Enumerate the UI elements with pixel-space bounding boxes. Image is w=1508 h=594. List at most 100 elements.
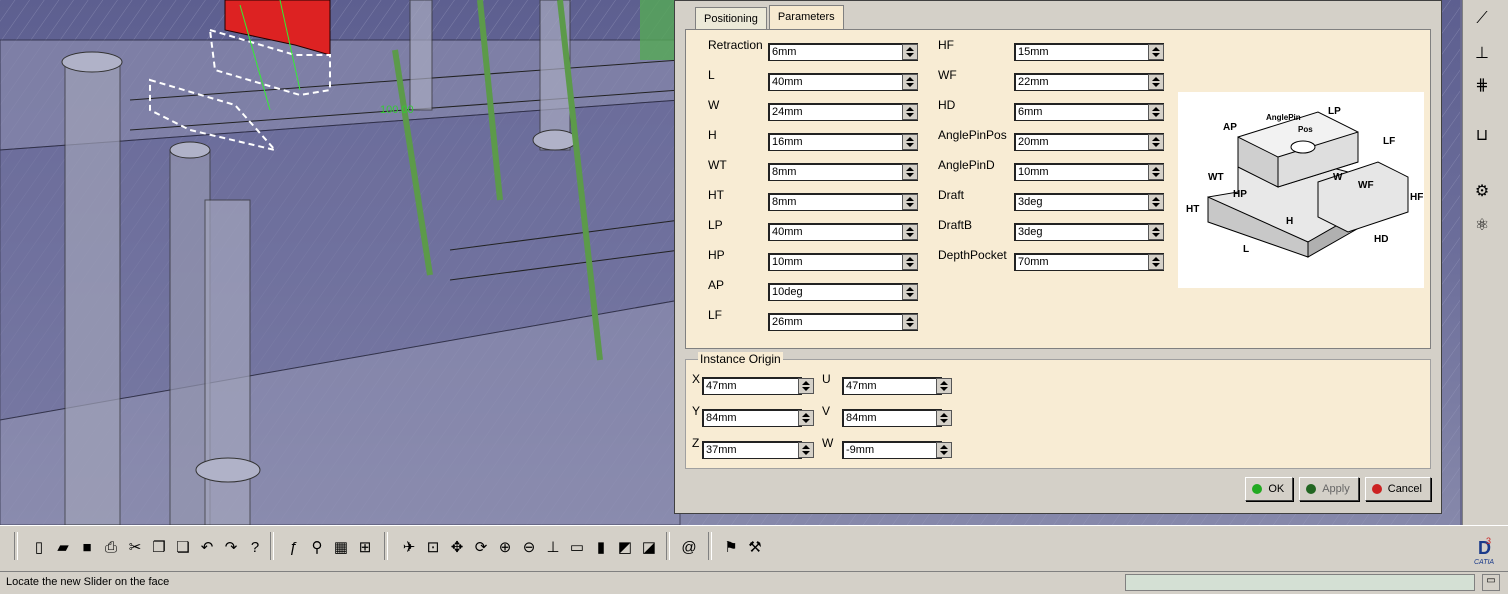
render-style-icon[interactable]: ▮ — [590, 536, 612, 558]
spinner-icon[interactable] — [798, 442, 814, 458]
slider-tool-icon[interactable]: ⟋ — [1471, 8, 1493, 30]
param-input-hd[interactable]: 6mm — [1014, 103, 1164, 121]
spinner-icon[interactable] — [902, 104, 918, 120]
param-input-h[interactable]: 16mm — [768, 133, 918, 151]
print-icon[interactable]: ⎙ — [100, 536, 122, 558]
param-input-lp[interactable]: 40mm — [768, 223, 918, 241]
cancel-button[interactable]: Cancel — [1364, 477, 1431, 501]
zoom-out-icon[interactable]: ⊖ — [518, 536, 540, 558]
spinner-icon[interactable] — [1148, 134, 1164, 150]
param-row-anglepinpos: AnglePinPos 20mm — [938, 128, 1168, 151]
power-input-icon[interactable]: ▭ — [1482, 574, 1500, 591]
preview-label-ht: HT — [1186, 204, 1199, 215]
spinner-icon[interactable] — [902, 314, 918, 330]
spinner-icon[interactable] — [902, 194, 918, 210]
catalog-icon[interactable]: ⚑ — [720, 536, 742, 558]
param-input-wt[interactable]: 8mm — [768, 163, 918, 181]
spinner-icon[interactable] — [936, 442, 952, 458]
param-row-wt: WT 8mm — [708, 158, 928, 181]
tree-icon[interactable]: ⊞ — [354, 536, 376, 558]
component-tool-icon[interactable]: ⚙ — [1471, 180, 1493, 202]
spinner-icon[interactable] — [1148, 74, 1164, 90]
param-input-anglepind[interactable]: 10mm — [1014, 163, 1164, 181]
origin-input-v[interactable]: 84mm — [842, 409, 942, 427]
ok-button[interactable]: OK — [1245, 477, 1294, 501]
fly-mode-icon[interactable]: ✈ — [398, 536, 420, 558]
save-icon[interactable]: ■ — [76, 536, 98, 558]
view-mode-icon[interactable]: ▭ — [566, 536, 588, 558]
spinner-icon[interactable] — [1148, 44, 1164, 60]
origin-input-x[interactable]: 47mm — [702, 377, 802, 395]
tab-parameters[interactable]: Parameters — [768, 5, 844, 30]
param-input-w[interactable]: 24mm — [768, 103, 918, 121]
undo-icon[interactable]: ↶ — [196, 536, 218, 558]
spinner-icon[interactable] — [902, 164, 918, 180]
spinner-icon[interactable] — [1148, 104, 1164, 120]
spinner-icon[interactable] — [798, 410, 814, 426]
param-input-retraction[interactable]: 6mm — [768, 43, 918, 61]
new-icon[interactable]: ▯ — [28, 536, 50, 558]
spinner-icon[interactable] — [1148, 224, 1164, 240]
cut-icon[interactable]: ✂ — [124, 536, 146, 558]
origin-input-u[interactable]: 47mm — [842, 377, 942, 395]
rotate-icon[interactable]: ⟳ — [470, 536, 492, 558]
param-input-anglepinpos[interactable]: 20mm — [1014, 133, 1164, 151]
param-input-lf[interactable]: 26mm — [768, 313, 918, 331]
knowledge-icon[interactable]: ⚲ — [306, 536, 328, 558]
spinner-icon[interactable] — [1148, 194, 1164, 210]
apply-button[interactable]: Apply — [1299, 477, 1359, 501]
formula-icon[interactable]: ƒ — [282, 536, 304, 558]
hide-show-icon[interactable]: ◩ — [614, 536, 636, 558]
fit-all-icon[interactable]: ⊡ — [422, 536, 444, 558]
open-icon[interactable]: ▰ — [52, 536, 74, 558]
ejector-tool-icon[interactable]: ⋕ — [1471, 74, 1493, 96]
swap-visible-icon[interactable]: ◪ — [638, 536, 660, 558]
preview-label-wf: WF — [1358, 180, 1374, 191]
preview-label-lp: LP — [1328, 106, 1341, 117]
refresh-icon[interactable]: @ — [678, 536, 700, 558]
pan-icon[interactable]: ✥ — [446, 536, 468, 558]
zoom-in-icon[interactable]: ⊕ — [494, 536, 516, 558]
spinner-icon[interactable] — [798, 378, 814, 394]
spinner-icon[interactable] — [902, 224, 918, 240]
tab-positioning[interactable]: Positioning — [695, 7, 767, 30]
spinner-icon[interactable] — [902, 74, 918, 90]
pocket-tool-icon[interactable]: ⊔ — [1471, 124, 1493, 146]
spinner-icon[interactable] — [902, 44, 918, 60]
catalog-tool-icon[interactable]: ⚛ — [1471, 214, 1493, 236]
table-icon[interactable]: ▦ — [330, 536, 352, 558]
command-input[interactable] — [1125, 574, 1475, 591]
param-row-anglepind: AnglePinD 10mm — [938, 158, 1168, 181]
origin-input-w[interactable]: -9mm — [842, 441, 942, 459]
spinner-icon[interactable] — [902, 134, 918, 150]
param-input-hf[interactable]: 15mm — [1014, 43, 1164, 61]
ok-icon — [1252, 484, 1263, 494]
origin-input-z[interactable]: 37mm — [702, 441, 802, 459]
param-input-wf[interactable]: 22mm — [1014, 73, 1164, 91]
normal-view-icon[interactable]: ⊥ — [542, 536, 564, 558]
copy-icon[interactable]: ❐ — [148, 536, 170, 558]
param-label: LF — [708, 308, 723, 322]
paste-icon[interactable]: ❏ — [172, 536, 194, 558]
spinner-icon[interactable] — [936, 378, 952, 394]
redo-icon[interactable]: ↷ — [220, 536, 242, 558]
lifter-tool-icon[interactable]: ⊥ — [1471, 42, 1493, 64]
spinner-icon[interactable] — [902, 284, 918, 300]
param-input-l[interactable]: 40mm — [768, 73, 918, 91]
param-input-ap[interactable]: 10deg — [768, 283, 918, 301]
param-input-draft[interactable]: 3deg — [1014, 193, 1164, 211]
param-input-draftb[interactable]: 3deg — [1014, 223, 1164, 241]
slider-icon[interactable]: ⚒ — [744, 536, 766, 558]
spinner-icon[interactable] — [1148, 254, 1164, 270]
spinner-icon[interactable] — [902, 254, 918, 270]
origin-input-y[interactable]: 84mm — [702, 409, 802, 427]
param-input-hp[interactable]: 10mm — [768, 253, 918, 271]
param-input-ht[interactable]: 8mm — [768, 193, 918, 211]
spinner-icon[interactable] — [936, 410, 952, 426]
preview-label-hf: HF — [1410, 192, 1423, 203]
spinner-icon[interactable] — [1148, 164, 1164, 180]
whats-this-icon[interactable]: ? — [244, 536, 266, 558]
param-label: HD — [938, 98, 956, 112]
param-input-depthpocket[interactable]: 70mm — [1014, 253, 1164, 271]
param-row-l: L 40mm — [708, 68, 928, 91]
